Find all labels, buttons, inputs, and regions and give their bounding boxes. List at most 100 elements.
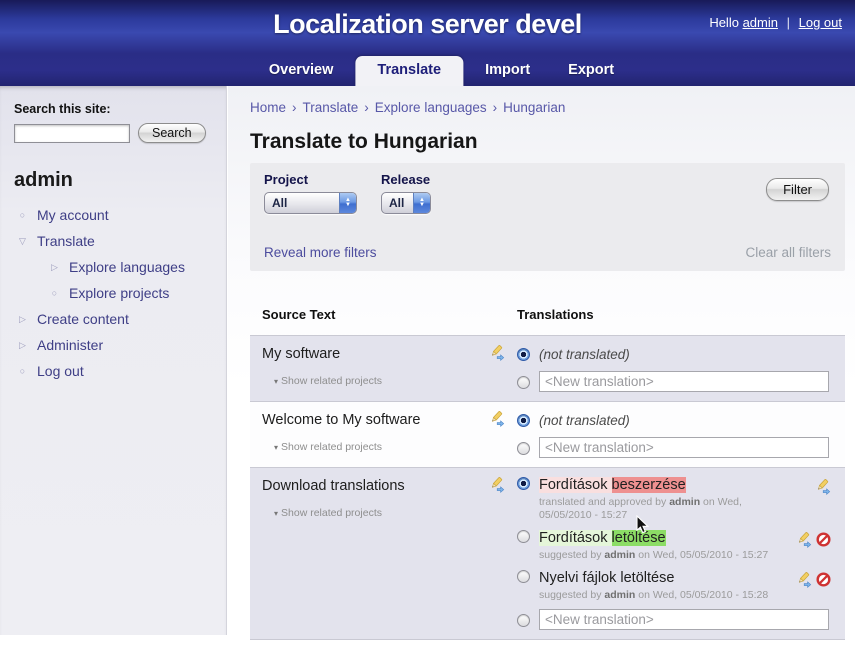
source-text: My software <box>262 346 341 362</box>
new-translation-input[interactable] <box>539 609 829 630</box>
sidebar-item-label: Log out <box>37 363 84 379</box>
sidebar-item-explore-languages[interactable]: ▷ Explore languages <box>0 254 226 280</box>
radio-selected[interactable] <box>517 348 530 361</box>
source-cell: Welcome to My software ▾ Show related pro… <box>262 410 517 458</box>
tab-translate[interactable]: Translate <box>355 56 464 86</box>
translation-option: (not translated) <box>517 410 831 430</box>
source-cell: Download translations ▾ Show related proj… <box>262 476 517 630</box>
radio-selected[interactable] <box>517 477 530 490</box>
edit-icon[interactable] <box>488 476 505 493</box>
user-link[interactable]: admin <box>743 15 778 30</box>
search-button[interactable]: Search <box>138 123 206 143</box>
triangle-down-icon: ▾ <box>274 443 279 452</box>
circle-bullet-icon: ○ <box>51 287 58 298</box>
table-header: Source Text Translations <box>250 307 845 335</box>
user-links-separator: | <box>786 15 790 30</box>
release-select-value: All <box>389 196 405 210</box>
breadcrumb-link-explore-languages[interactable]: Explore languages <box>375 100 487 115</box>
filter-button[interactable]: Filter <box>766 178 829 201</box>
breadcrumb-link-translate[interactable]: Translate <box>303 100 359 115</box>
breadcrumb-separator: › <box>364 100 369 115</box>
open-right-bullet-icon: ▷ <box>51 261 58 272</box>
source-text-column-header: Source Text <box>262 307 336 322</box>
edit-icon[interactable] <box>795 571 812 588</box>
radio-selected[interactable] <box>517 414 530 427</box>
release-label: Release <box>381 172 431 187</box>
edit-icon[interactable] <box>488 344 505 361</box>
radio-unselected[interactable] <box>517 530 530 543</box>
table-row: My software ▾ Show related projects (not t… <box>250 335 845 401</box>
suggestion-word: Nyelvi fájlok letöltése <box>539 570 675 586</box>
decline-icon[interactable] <box>816 531 831 548</box>
breadcrumb-link-home[interactable]: Home <box>250 100 286 115</box>
select-stepper-icon: ▲ ▼ <box>413 193 430 213</box>
sidebar-item-create-content[interactable]: ▷ Create content <box>0 306 226 332</box>
radio-unselected[interactable] <box>517 570 530 583</box>
select-stepper-icon: ▲ ▼ <box>339 193 356 213</box>
tab-import[interactable]: Import <box>469 56 546 86</box>
search-input[interactable] <box>14 123 130 143</box>
triangle-down-icon: ▾ <box>274 509 279 518</box>
table-row: Download translations ▾ Show related proj… <box>250 467 845 639</box>
open-right-bullet-icon: ▷ <box>19 313 26 324</box>
header: Localization server devel Hello admin | … <box>0 0 855 86</box>
release-filter-group: Release All ▲ ▼ <box>381 172 431 214</box>
suggestion-actions <box>795 529 831 548</box>
sidebar-menu: ○ My account ▽ Translate ▷ Explore languages ○… <box>0 202 226 384</box>
open-right-bullet-icon: ▷ <box>19 339 26 350</box>
sidebar-item-translate[interactable]: ▽ Translate <box>0 228 226 254</box>
project-select-value: All <box>272 196 288 210</box>
sidebar-user-heading: admin <box>14 169 73 191</box>
triangle-down-icon: ▾ <box>274 377 279 386</box>
tab-overview[interactable]: Overview <box>253 56 350 86</box>
clear-all-filters-link[interactable]: Clear all filters <box>745 245 831 260</box>
radio-unselected[interactable] <box>517 375 530 389</box>
translation-suggestion: Fordítások beszerzése translated and appr… <box>517 476 831 522</box>
decline-icon[interactable] <box>816 571 831 588</box>
translation-option <box>517 609 831 630</box>
table-row: Welcome to My software ▾ Show related pro… <box>250 401 845 467</box>
not-translated-label: (not translated) <box>539 412 630 428</box>
main-content: Home › Translate › Explore languages › Hungari… <box>228 86 855 650</box>
translations-cell: Fordítások beszerzése translated and appr… <box>517 476 833 630</box>
project-label: Project <box>264 172 309 187</box>
greeting-text: Hello <box>709 15 739 30</box>
diff-highlight: beszerzése <box>611 477 686 493</box>
suggestion-meta: suggested by admin on Wed, 05/05/2010 - … <box>539 589 769 601</box>
reveal-more-filters-link[interactable]: Reveal more filters <box>264 245 377 260</box>
sidebar-item-my-account[interactable]: ○ My account <box>0 202 226 228</box>
new-translation-input[interactable] <box>539 371 829 392</box>
breadcrumb-separator: › <box>492 100 498 115</box>
primary-tabs: Overview Translate Import Export <box>253 56 630 86</box>
radio-unselected[interactable] <box>517 441 530 455</box>
show-related-projects-toggle[interactable]: ▾ Show related projects <box>274 441 517 453</box>
search-label: Search this site: <box>14 102 111 116</box>
sidebar-item-label: Explore languages <box>69 259 185 275</box>
sidebar-item-administer[interactable]: ▷ Administer <box>0 332 226 358</box>
sidebar-item-log-out[interactable]: ○ Log out <box>0 358 226 384</box>
table-body: My software ▾ Show related projects (not t… <box>250 335 845 640</box>
page-title: Translate to Hungarian <box>250 130 478 153</box>
sidebar-item-explore-projects[interactable]: ○ Explore projects <box>0 280 226 306</box>
sidebar-item-label: Translate <box>37 233 95 249</box>
circle-bullet-icon: ○ <box>19 209 26 220</box>
translations-cell: (not translated) <box>517 344 833 392</box>
edit-icon[interactable] <box>488 410 505 427</box>
project-select[interactable]: All ▲ ▼ <box>264 192 357 214</box>
circle-bullet-icon: ○ <box>19 365 26 376</box>
release-select[interactable]: All ▲ ▼ <box>381 192 431 214</box>
suggestion-actions <box>795 569 831 588</box>
logout-link[interactable]: Log out <box>799 15 842 30</box>
tab-export[interactable]: Export <box>552 56 630 86</box>
suggestion-text: Fordítások beszerzése <box>539 476 799 494</box>
radio-unselected[interactable] <box>517 613 530 627</box>
show-related-projects-toggle[interactable]: ▾ Show related projects <box>274 375 517 387</box>
edit-icon[interactable] <box>814 478 831 495</box>
breadcrumb-link-hungarian[interactable]: Hungarian <box>503 100 565 115</box>
sidebar-item-label: Create content <box>37 311 129 327</box>
show-related-projects-toggle[interactable]: ▾ Show related projects <box>274 507 517 519</box>
translation-suggestion: Fordítások letöltése suggested by admin o… <box>517 529 831 562</box>
new-translation-input[interactable] <box>539 437 829 458</box>
source-text: Welcome to My software <box>262 412 421 428</box>
edit-icon[interactable] <box>795 531 812 548</box>
